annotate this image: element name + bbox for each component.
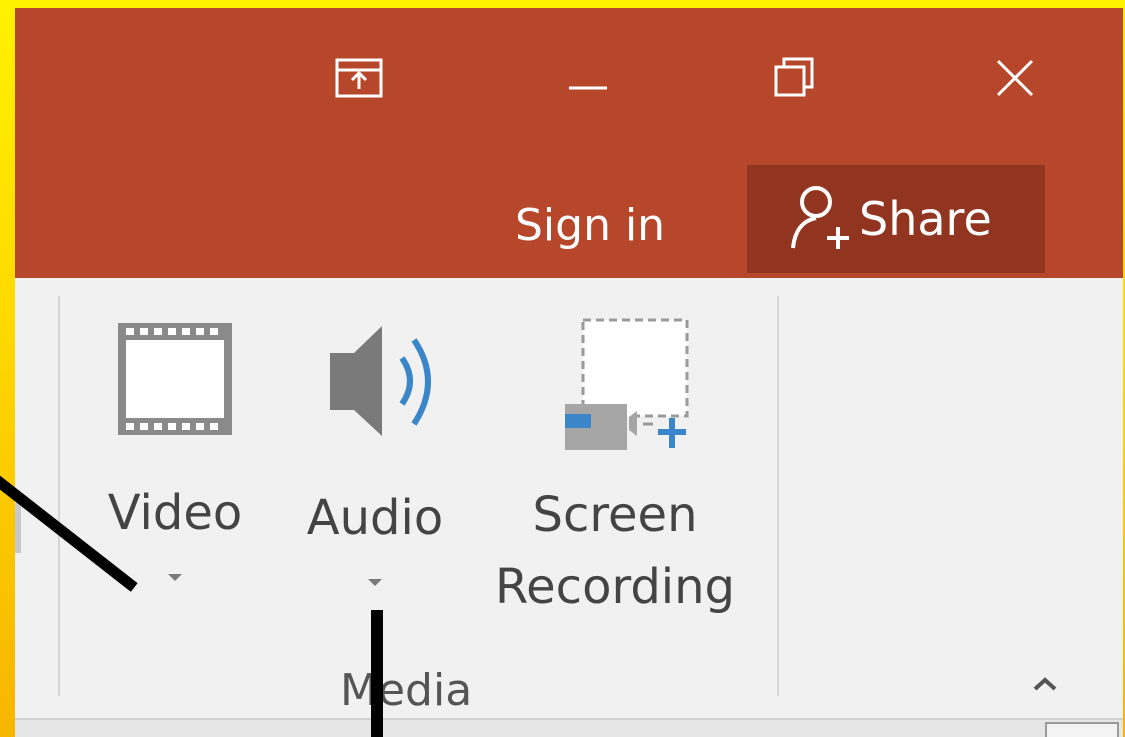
audio-label: Audio — [306, 490, 444, 546]
audio-button[interactable]: Audio — [295, 318, 455, 586]
speaker-icon — [310, 318, 440, 447]
chevron-up-icon — [1032, 676, 1058, 696]
group-separator-right — [777, 296, 779, 696]
sign-in-link[interactable]: Sign in — [515, 174, 665, 278]
content-corner — [1045, 722, 1119, 737]
close-button[interactable] — [960, 38, 1070, 118]
add-person-icon — [787, 182, 851, 256]
content-area-edge — [15, 718, 1123, 737]
film-icon — [117, 323, 233, 443]
chevron-down-icon — [168, 574, 182, 581]
restore-icon — [770, 53, 820, 103]
screen-recording-button[interactable]: Screen Recording — [485, 316, 745, 611]
collapse-ribbon-button[interactable] — [1025, 666, 1065, 706]
video-button[interactable]: Video — [95, 323, 255, 581]
close-icon — [990, 53, 1040, 103]
chevron-down-icon — [368, 579, 382, 586]
annotation-arrow-audio — [371, 610, 383, 737]
video-label: Video — [107, 485, 243, 541]
minimize-button[interactable] — [533, 38, 643, 118]
title-bar: Sign in Share — [15, 8, 1123, 278]
group-label: Media — [340, 665, 473, 716]
screen-label: Screen — [532, 487, 698, 543]
screen-recording-icon — [540, 316, 690, 455]
group-separator-left — [58, 296, 60, 696]
ribbon-display-options-button[interactable] — [305, 38, 415, 118]
scroll-edge — [15, 503, 21, 553]
ribbon-media-group: Video Audio Screen Recording Media — [15, 278, 1123, 718]
recording-label: Recording — [494, 559, 736, 615]
ribbon-display-icon — [330, 56, 390, 100]
minimize-icon — [563, 56, 613, 100]
share-button[interactable]: Share — [747, 165, 1045, 273]
restore-button[interactable] — [740, 38, 850, 118]
powerpoint-window: Sign in Share Video Audio Screen Recordi… — [15, 8, 1123, 737]
share-label: Share — [859, 192, 992, 246]
